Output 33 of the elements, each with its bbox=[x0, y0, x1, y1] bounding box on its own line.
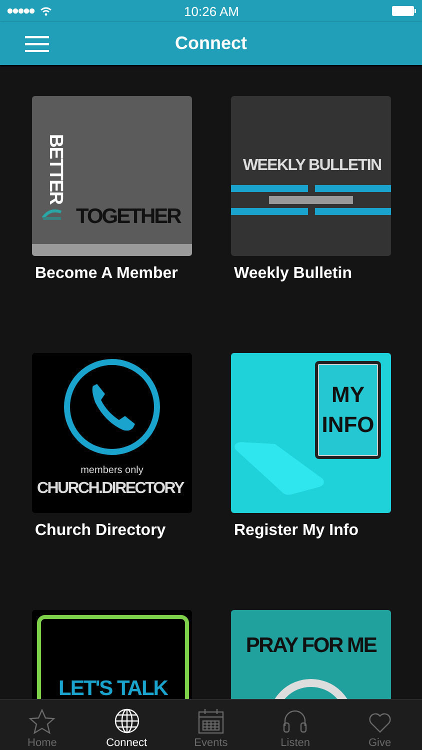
heart-icon bbox=[368, 712, 392, 734]
battery-icon bbox=[392, 6, 416, 16]
star-icon bbox=[29, 709, 56, 734]
globe-icon bbox=[114, 708, 140, 734]
tab[interactable]: Connect bbox=[92, 700, 162, 750]
tile-graphic[interactable]: members only CHURCH.DIRECTORY bbox=[32, 353, 192, 513]
tile-art-text: members only bbox=[80, 465, 144, 476]
tile-art-text: BETTER bbox=[44, 134, 66, 204]
tile-art-text: CHURCH.DIRECTORY bbox=[37, 480, 184, 498]
tile-graphic[interactable]: LET'S TALK bbox=[32, 610, 192, 700]
tile-label[interactable]: Church Directory bbox=[35, 522, 166, 540]
signal-icon bbox=[7, 8, 35, 14]
phone-icon bbox=[63, 358, 161, 456]
tile-graphic[interactable]: BETTER TOGETHER bbox=[32, 96, 192, 256]
tile-art-text: PRAY FOR ME bbox=[244, 634, 378, 658]
tile-graphic[interactable]: PRAY FOR ME bbox=[231, 610, 391, 700]
tile-art-text: INFO bbox=[322, 414, 374, 436]
tile-art-text: MY bbox=[332, 384, 364, 406]
tile-graphic[interactable]: WEEKLY BULLETIN bbox=[231, 96, 391, 256]
headphones-icon bbox=[282, 708, 308, 734]
wifi-icon bbox=[40, 6, 52, 16]
tile-graphic[interactable]: MY INFO bbox=[231, 353, 391, 513]
logo-icon bbox=[42, 208, 62, 222]
tile-art-text: WEEKLY BULLETIN bbox=[243, 157, 382, 175]
tile-label[interactable]: Weekly Bulletin bbox=[234, 265, 352, 283]
page-title: Connect bbox=[175, 33, 247, 54]
status-time: 10:26 AM bbox=[184, 4, 239, 18]
menu-icon[interactable] bbox=[25, 36, 49, 52]
tile-label[interactable]: Register My Info bbox=[234, 522, 358, 540]
tile-label[interactable]: Become A Member bbox=[35, 265, 178, 283]
tile-art-text: LET'S TALK bbox=[58, 677, 168, 700]
tile-art-text: TOGETHER bbox=[76, 205, 180, 229]
calendar-icon bbox=[198, 708, 224, 734]
